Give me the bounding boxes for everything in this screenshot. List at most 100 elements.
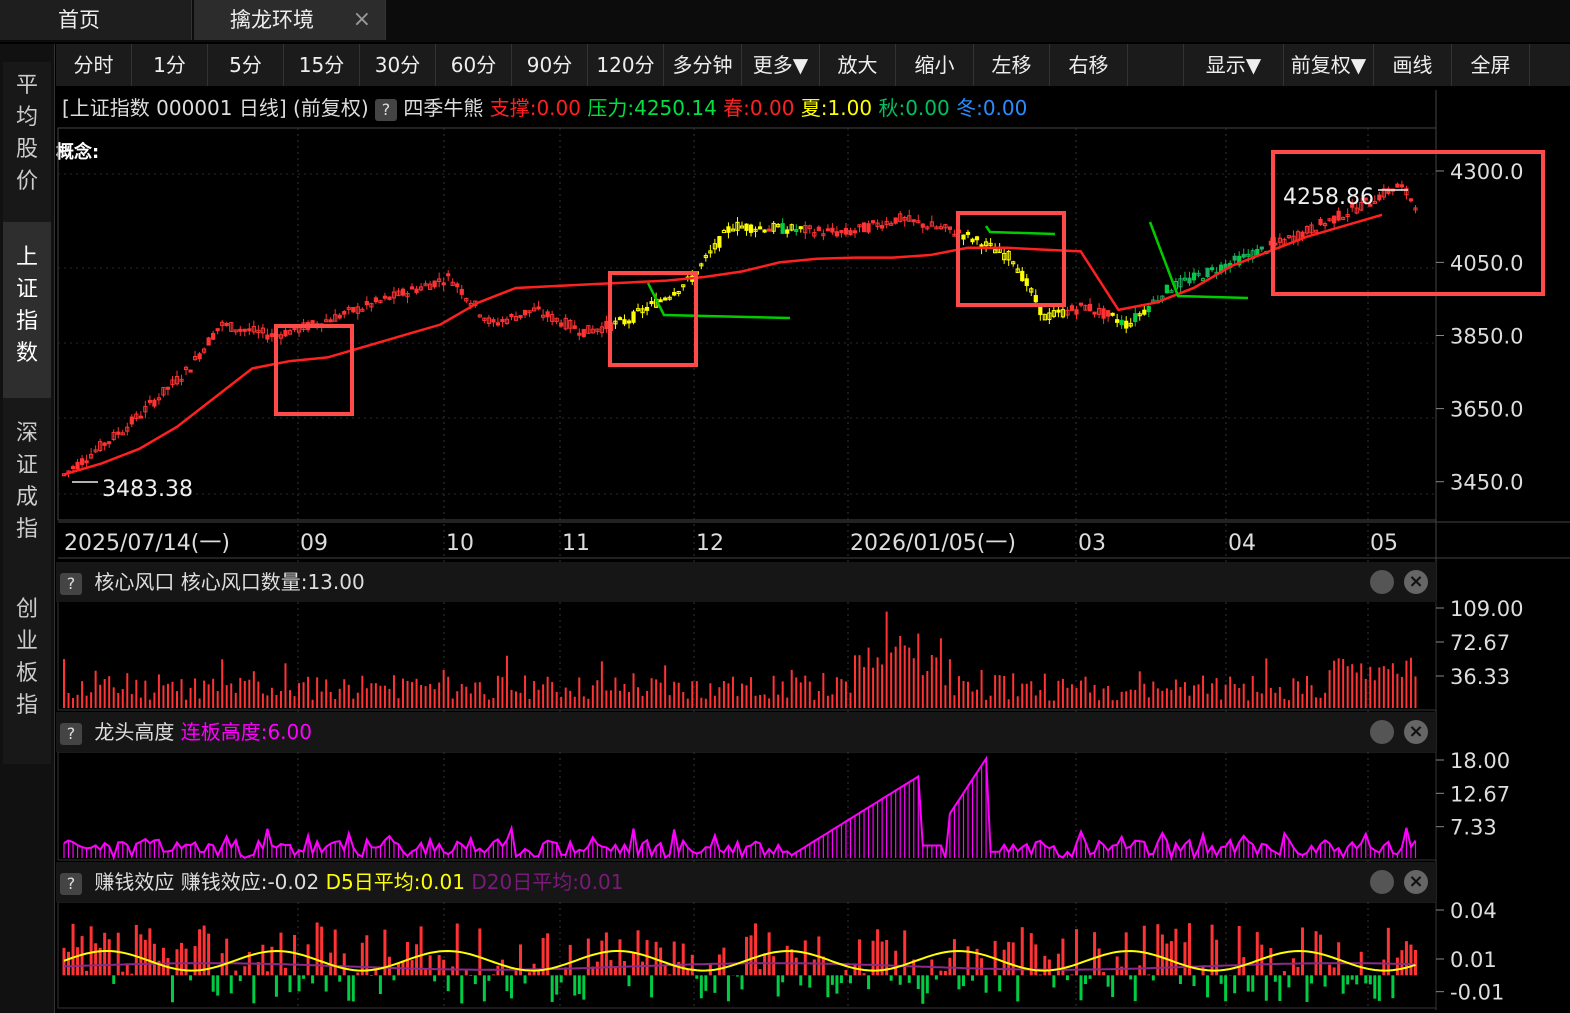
help-icon[interactable]: ? bbox=[60, 572, 82, 595]
candle-body bbox=[852, 230, 858, 234]
candle-body bbox=[1074, 309, 1079, 315]
candle-body bbox=[780, 223, 785, 234]
candle-body bbox=[1399, 184, 1405, 188]
candle-body bbox=[672, 291, 677, 296]
x-tick-label: 11 bbox=[562, 531, 590, 556]
candle-body bbox=[617, 317, 623, 321]
gear-icon[interactable] bbox=[1370, 570, 1394, 594]
y-tick-label: 4300.0 bbox=[1450, 160, 1523, 184]
candle-body bbox=[518, 315, 523, 319]
candle-body bbox=[373, 297, 378, 303]
x-tick-label: 09 bbox=[300, 531, 328, 556]
candle-body bbox=[1146, 305, 1151, 313]
candle-body bbox=[364, 301, 369, 306]
panel1-tick: 36.33 bbox=[1450, 665, 1510, 689]
candle-body bbox=[138, 415, 143, 419]
candle-body bbox=[798, 226, 803, 230]
candle-body bbox=[446, 273, 451, 277]
y-tick-label: 3850.0 bbox=[1450, 324, 1523, 348]
candle-body bbox=[626, 320, 632, 324]
candle-body bbox=[188, 369, 193, 373]
candle-body bbox=[631, 311, 636, 323]
candle-body bbox=[1069, 305, 1075, 311]
candle-body bbox=[1087, 303, 1093, 312]
candle-body bbox=[870, 220, 876, 224]
candle-body bbox=[432, 280, 437, 288]
candle-body bbox=[75, 461, 80, 470]
candle-body bbox=[920, 223, 925, 228]
candle-body bbox=[129, 416, 134, 425]
panel3-tick: 0.01 bbox=[1450, 948, 1497, 972]
help-icon[interactable]: ? bbox=[60, 722, 82, 745]
candle-body bbox=[830, 227, 835, 233]
panel2-tick: 7.33 bbox=[1450, 816, 1497, 840]
candle-body bbox=[866, 223, 871, 233]
candle-body bbox=[1124, 320, 1129, 329]
candle-body bbox=[717, 236, 722, 248]
candle-body bbox=[1209, 267, 1215, 271]
candle-body bbox=[197, 353, 202, 360]
close-icon[interactable]: × bbox=[1404, 720, 1428, 744]
panel2-tick: 12.67 bbox=[1450, 782, 1510, 806]
candle-body bbox=[351, 307, 356, 313]
candle-body bbox=[880, 224, 885, 229]
dragon-height-line bbox=[63, 755, 1417, 862]
candle-body bbox=[572, 325, 577, 329]
candle-body bbox=[744, 223, 749, 231]
candle-body bbox=[224, 322, 229, 326]
panel-head-money-effect: ? 赚钱效应 赚钱效应:-0.02 D5日平均:0.01 D20日平均:0.01… bbox=[56, 862, 1436, 902]
candle-body bbox=[658, 299, 663, 303]
x-tick-label: 04 bbox=[1228, 531, 1256, 556]
candle-body bbox=[247, 328, 252, 332]
gear-icon[interactable] bbox=[1370, 720, 1394, 744]
candle-body bbox=[382, 295, 388, 299]
candle-body bbox=[1232, 255, 1237, 261]
panel3-tick: 0.04 bbox=[1450, 899, 1497, 923]
help-icon[interactable]: ? bbox=[60, 872, 82, 895]
candle-body bbox=[1133, 313, 1138, 322]
candle-body bbox=[509, 313, 514, 317]
candle-body bbox=[387, 296, 392, 300]
candle-body bbox=[165, 386, 171, 390]
support-line bbox=[63, 213, 1383, 476]
close-icon[interactable]: × bbox=[1404, 870, 1428, 894]
candle-body bbox=[70, 466, 76, 470]
candle-body bbox=[283, 329, 288, 337]
candle-body bbox=[215, 328, 220, 332]
candle-body bbox=[834, 231, 840, 237]
x-tick-label: 2025/07/14(一) bbox=[64, 531, 230, 556]
candle-body bbox=[974, 236, 980, 241]
candle-body bbox=[825, 228, 830, 232]
close-icon[interactable]: × bbox=[1404, 570, 1428, 594]
candle-body bbox=[147, 399, 152, 403]
candle-body bbox=[238, 328, 243, 332]
candle-body bbox=[1110, 312, 1115, 316]
panel3-tick: -0.01 bbox=[1450, 981, 1504, 1005]
candle-body bbox=[757, 226, 763, 230]
candle-body bbox=[577, 332, 582, 336]
candle-body bbox=[649, 301, 654, 305]
candle-body bbox=[1119, 319, 1124, 326]
candle-body bbox=[748, 224, 754, 233]
candle-body bbox=[965, 231, 971, 235]
candle-body bbox=[1056, 309, 1061, 313]
candle-body bbox=[441, 282, 446, 286]
gear-icon[interactable] bbox=[1370, 870, 1394, 894]
candle-body bbox=[622, 319, 627, 325]
candle-body bbox=[242, 328, 247, 332]
panel-head-core-wind: ? 核心风口 核心风口数量:13.00 × bbox=[56, 562, 1436, 602]
candle-body bbox=[500, 318, 505, 322]
x-tick-label: 03 bbox=[1078, 531, 1106, 556]
candle-body bbox=[495, 322, 501, 326]
candle-body bbox=[102, 442, 107, 446]
candle-body bbox=[767, 228, 772, 232]
candle-body bbox=[970, 238, 975, 243]
candle-body bbox=[726, 226, 731, 233]
candle-body bbox=[1142, 309, 1147, 315]
candle-body bbox=[107, 441, 112, 445]
candle-body bbox=[409, 286, 415, 290]
candle-body bbox=[1259, 246, 1264, 250]
candle-body bbox=[1106, 310, 1111, 317]
highlight-box-2 bbox=[956, 211, 1066, 307]
panel1-tick: 109.00 bbox=[1450, 597, 1523, 621]
